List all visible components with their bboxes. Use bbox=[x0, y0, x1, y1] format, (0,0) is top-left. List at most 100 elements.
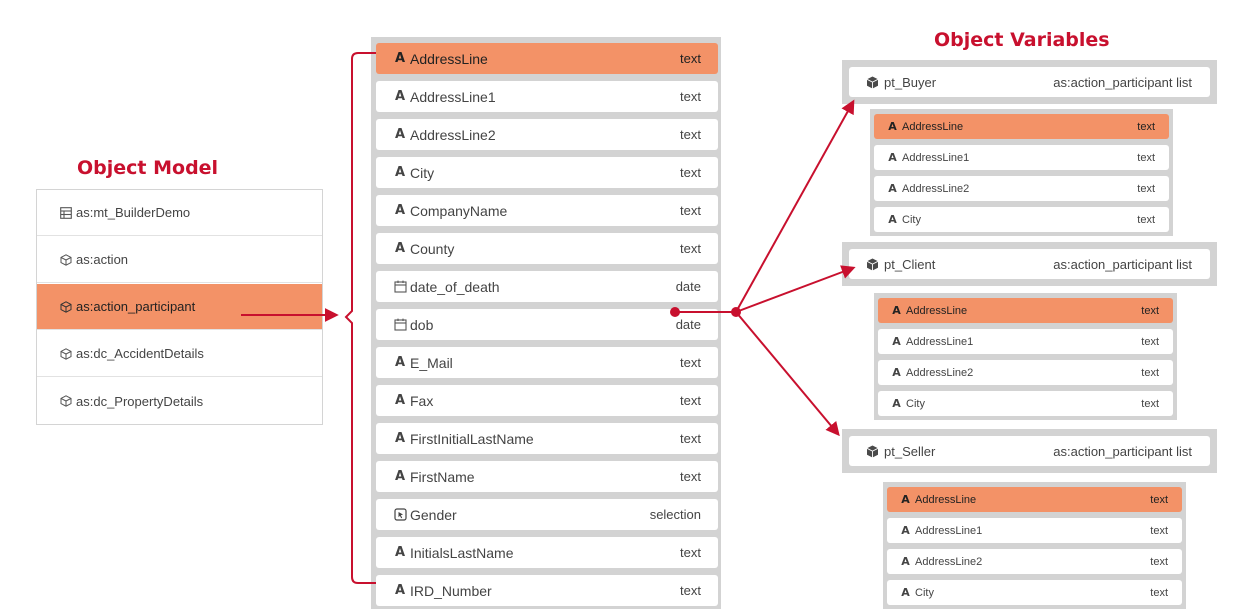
field-type: text bbox=[680, 355, 701, 370]
om-item-action[interactable]: as:action bbox=[37, 237, 322, 283]
variable-field-row-addressline1[interactable]: A AddressLine1 text bbox=[874, 145, 1169, 170]
selection-icon bbox=[393, 508, 407, 521]
field-type: text bbox=[1141, 397, 1159, 410]
object-variable-pt-seller[interactable]: pt_Seller as:action_participant list bbox=[842, 429, 1217, 473]
variable-field-row-addressline1[interactable]: A AddressLine1 text bbox=[887, 518, 1182, 543]
field-row-addressline[interactable]: A AddressLine text bbox=[376, 43, 718, 74]
cube-icon bbox=[866, 445, 879, 458]
field-type: text bbox=[680, 165, 701, 180]
field-row-companyname[interactable]: A CompanyName text bbox=[376, 195, 718, 226]
field-row-gender[interactable]: Gender selection bbox=[376, 499, 718, 530]
variable-field-row-city[interactable]: A City text bbox=[874, 207, 1169, 232]
field-name: AddressLine2 bbox=[902, 182, 970, 195]
field-name: dob bbox=[410, 316, 434, 333]
variable-field-row-city[interactable]: A City text bbox=[878, 391, 1173, 416]
om-item-label: as:action_participant bbox=[76, 299, 196, 314]
om-item-label: as:dc_PropertyDetails bbox=[76, 393, 204, 409]
field-type: date bbox=[675, 317, 701, 332]
variable-field-row-addressline1[interactable]: A AddressLine1 text bbox=[878, 329, 1173, 354]
field-name: City bbox=[915, 586, 934, 599]
field-name: AddressLine bbox=[915, 493, 977, 506]
variable-name: pt_Seller bbox=[884, 443, 936, 459]
field-name: E_Mail bbox=[410, 354, 453, 371]
text-icon: A bbox=[394, 393, 406, 408]
field-type: text bbox=[1137, 120, 1155, 133]
field-name: date_of_death bbox=[410, 278, 500, 295]
field-type: text bbox=[1137, 182, 1155, 195]
variable-field-row-addressline[interactable]: A AddressLine text bbox=[874, 114, 1169, 139]
field-type: text bbox=[680, 89, 701, 104]
field-type: text bbox=[1141, 304, 1159, 317]
field-row-date-of-death[interactable]: date_of_death date bbox=[376, 271, 718, 302]
field-name: Fax bbox=[410, 392, 434, 409]
field-name: City bbox=[410, 164, 435, 181]
field-row-initialslastname[interactable]: A InitialsLastName text bbox=[376, 537, 718, 568]
field-row-fax[interactable]: A Fax text bbox=[376, 385, 718, 416]
field-name: AddressLine bbox=[902, 120, 964, 133]
field-row-addressline2[interactable]: A AddressLine2 text bbox=[376, 119, 718, 150]
text-icon: A bbox=[901, 586, 910, 599]
variable-field-row-addressline2[interactable]: A AddressLine2 text bbox=[887, 549, 1182, 574]
field-name: AddressLine bbox=[906, 304, 968, 317]
field-type: selection bbox=[649, 507, 701, 522]
text-icon: A bbox=[901, 493, 910, 506]
field-row-dob[interactable]: dob date bbox=[376, 309, 718, 340]
arrow-to-pt-buyer bbox=[735, 99, 855, 313]
text-icon: A bbox=[888, 182, 897, 195]
field-type: text bbox=[680, 431, 701, 446]
variable-field-row-addressline[interactable]: A AddressLine text bbox=[878, 298, 1173, 323]
field-name: AddressLine1 bbox=[915, 524, 983, 537]
table-icon bbox=[59, 206, 73, 220]
fields-panel: A AddressLine text A AddressLine1 text A Addres… bbox=[371, 37, 721, 609]
field-name: CompanyName bbox=[410, 202, 508, 219]
cube-icon bbox=[866, 76, 879, 89]
field-row-firstinitiallastname[interactable]: A FirstInitialLastName text bbox=[376, 423, 718, 454]
field-row-ird-number[interactable]: A IRD_Number text bbox=[376, 575, 718, 606]
field-type: date bbox=[675, 279, 701, 294]
field-name: IRD_Number bbox=[410, 582, 492, 599]
field-type: text bbox=[1150, 586, 1168, 599]
field-type: text bbox=[1141, 335, 1159, 348]
field-row-city[interactable]: A City text bbox=[376, 157, 718, 188]
field-name: AddressLine1 bbox=[410, 88, 496, 105]
om-item-mt-builderdemo[interactable]: as:mt_BuilderDemo bbox=[37, 190, 322, 236]
cube-outline-icon bbox=[59, 253, 73, 267]
field-type: text bbox=[1137, 213, 1155, 226]
field-name: County bbox=[410, 240, 455, 257]
text-icon: A bbox=[394, 545, 406, 560]
field-name: AddressLine2 bbox=[906, 366, 974, 379]
om-item-dc-accidentdetails[interactable]: as:dc_AccidentDetails bbox=[37, 331, 322, 377]
text-icon: A bbox=[888, 151, 897, 164]
field-row-firstname[interactable]: A FirstName text bbox=[376, 461, 718, 492]
om-item-label: as:mt_BuilderDemo bbox=[76, 205, 191, 220]
field-type: text bbox=[680, 469, 701, 484]
connector-dot-branch bbox=[731, 307, 741, 317]
field-row-county[interactable]: A County text bbox=[376, 233, 718, 264]
om-item-dc-propertydetails[interactable]: as:dc_PropertyDetails bbox=[37, 378, 322, 424]
text-icon: A bbox=[394, 89, 406, 104]
field-row-addressline1[interactable]: A AddressLine1 text bbox=[376, 81, 718, 112]
variable-type: as:action_participant list bbox=[1053, 74, 1192, 90]
variable-field-row-addressline2[interactable]: A AddressLine2 text bbox=[874, 176, 1169, 201]
variable-field-row-addressline2[interactable]: A AddressLine2 text bbox=[878, 360, 1173, 385]
text-icon: A bbox=[394, 355, 406, 370]
field-type: text bbox=[680, 583, 701, 598]
object-variable-pt-client[interactable]: pt_Client as:action_participant list bbox=[842, 242, 1217, 286]
variable-field-row-city[interactable]: A City text bbox=[887, 580, 1182, 605]
pt-seller-fields-panel: A AddressLine text A AddressLine1 text A Addres… bbox=[883, 482, 1186, 609]
text-icon: A bbox=[394, 583, 406, 598]
text-icon: A bbox=[394, 165, 406, 180]
pt-buyer-fields-panel: A AddressLine text A AddressLine1 text A Addres… bbox=[870, 109, 1173, 236]
field-row-e-mail[interactable]: A E_Mail text bbox=[376, 347, 718, 378]
om-item-label: as:action bbox=[76, 252, 129, 267]
field-type: text bbox=[1137, 151, 1155, 164]
cube-outline-icon bbox=[59, 394, 73, 408]
om-item-action-participant[interactable]: as:action_participant bbox=[37, 284, 322, 330]
text-icon: A bbox=[394, 469, 406, 484]
variable-field-row-addressline[interactable]: A AddressLine text bbox=[887, 487, 1182, 512]
cube-icon bbox=[866, 258, 879, 271]
variable-type: as:action_participant list bbox=[1053, 443, 1192, 459]
field-name: AddressLine2 bbox=[915, 555, 983, 568]
object-variable-pt-buyer[interactable]: pt_Buyer as:action_participant list bbox=[842, 60, 1217, 104]
field-name: AddressLine2 bbox=[410, 126, 496, 143]
